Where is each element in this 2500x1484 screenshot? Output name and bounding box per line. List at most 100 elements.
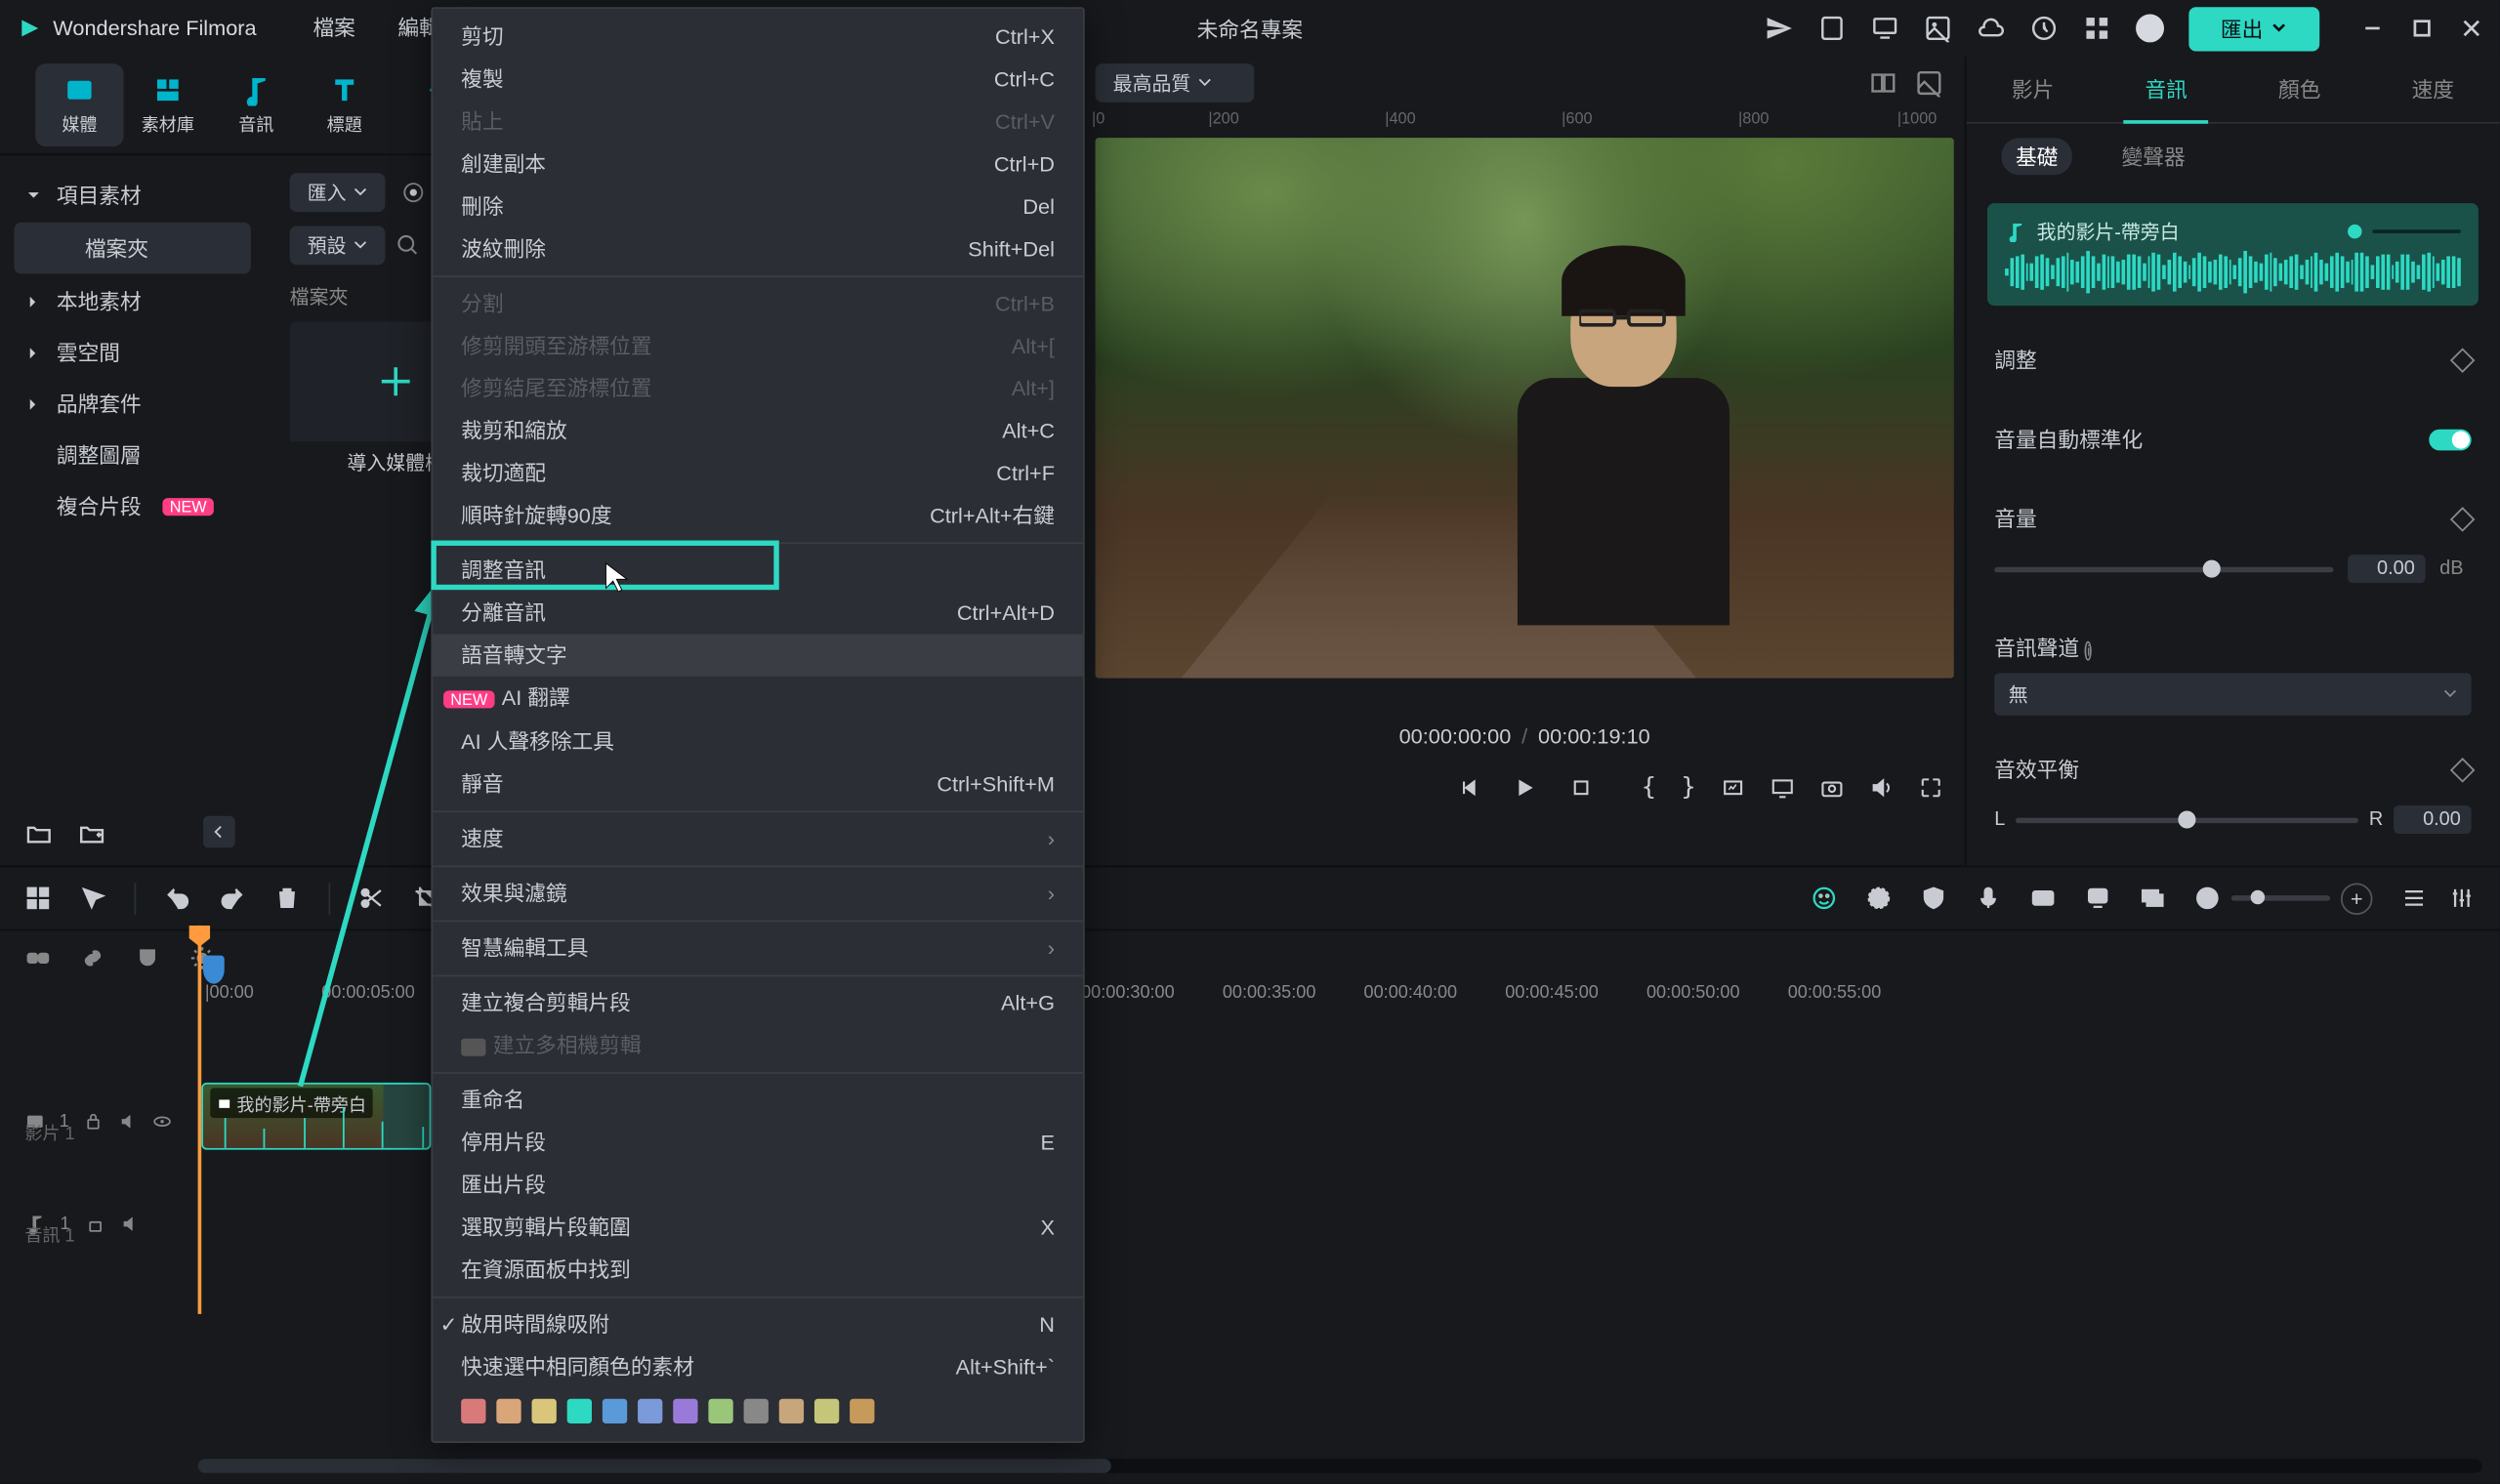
sidebar-item-compound[interactable]: 複合片段NEW	[0, 480, 265, 531]
tab-video[interactable]: 影片	[1990, 57, 2075, 123]
close-icon[interactable]	[2461, 18, 2482, 39]
tab-titles[interactable]: 標題	[301, 63, 389, 146]
keyframe-diamond-icon[interactable]	[2450, 347, 2476, 372]
audio-clip-card[interactable]: 我的影片-帶旁白	[1987, 203, 2479, 306]
caption-icon[interactable]	[2030, 885, 2057, 911]
timeline-zoom[interactable]: +	[2194, 883, 2373, 915]
lock-icon[interactable]	[83, 1111, 104, 1133]
mute-icon[interactable]	[118, 1111, 139, 1133]
ratio-icon[interactable]	[1721, 775, 1745, 800]
ctx-裁切適配[interactable]: 裁切適配Ctrl+F	[433, 452, 1083, 494]
sidebar-item-brand[interactable]: 品牌套件	[0, 378, 265, 429]
search-icon[interactable]	[396, 233, 420, 258]
volume-slider[interactable]	[1994, 566, 2333, 571]
prev-frame-icon[interactable]	[1456, 775, 1480, 800]
color-swatch[interactable]	[850, 1399, 874, 1423]
timeline-marker[interactable]	[203, 956, 225, 984]
apps-icon[interactable]	[2083, 14, 2111, 42]
preset-dropdown[interactable]: 預設	[290, 227, 386, 266]
color-swatch[interactable]	[461, 1399, 485, 1423]
picture-icon[interactable]	[1915, 69, 1943, 98]
ctx-AI人聲移除工具[interactable]: AI 人聲移除工具	[433, 721, 1083, 763]
balance-value[interactable]: 0.00	[2394, 805, 2472, 834]
sidebar-item-cloud[interactable]: 雲空間	[0, 327, 265, 378]
video-clip[interactable]: 我的影片-帶旁白	[201, 1083, 431, 1150]
tab-color[interactable]: 顏色	[2257, 57, 2342, 123]
marker-icon[interactable]	[2085, 885, 2111, 911]
volume-icon[interactable]	[1869, 775, 1894, 800]
subtab-basic[interactable]: 基礎	[2002, 138, 2072, 175]
color-swatch[interactable]	[708, 1399, 732, 1423]
undo-icon[interactable]	[164, 885, 190, 911]
ctx-停用片段[interactable]: 停用片段E	[433, 1122, 1083, 1164]
color-swatch[interactable]	[638, 1399, 662, 1423]
mark-in-icon[interactable]: {	[1642, 773, 1656, 802]
ctx-調整音訊[interactable]: 調整音訊	[433, 550, 1083, 592]
send-icon[interactable]	[1765, 14, 1793, 42]
import-dropdown[interactable]: 匯入	[290, 173, 386, 212]
info-icon[interactable]: i	[2085, 641, 2092, 661]
new-folder-icon[interactable]	[78, 819, 106, 847]
avatar[interactable]	[2136, 14, 2164, 42]
eye-icon[interactable]	[152, 1111, 173, 1133]
ctx-剪切[interactable]: 剪切Ctrl+X	[433, 16, 1083, 58]
color-swatch[interactable]	[814, 1399, 839, 1423]
magnet-icon[interactable]	[134, 944, 160, 970]
sidebar-sub-folder[interactable]: 檔案夾	[14, 223, 250, 273]
subtab-voicechanger[interactable]: 變聲器	[2107, 138, 2199, 175]
ctx-重命名[interactable]: 重命名	[433, 1079, 1083, 1121]
monitor-icon[interactable]	[1871, 14, 1899, 42]
ducking-select[interactable]: 無	[1994, 673, 2471, 715]
link-icon[interactable]	[24, 944, 51, 970]
tab-speed[interactable]: 速度	[2391, 57, 2476, 123]
compare-icon[interactable]	[1869, 69, 1897, 98]
history-icon[interactable]	[2030, 14, 2059, 42]
ctx-選取剪輯片段範圍[interactable]: 選取剪輯片段範圍X	[433, 1207, 1083, 1249]
settings-icon[interactable]	[2448, 885, 2475, 911]
ctx-複製[interactable]: 複製Ctrl+C	[433, 59, 1083, 101]
ctx-分離音訊[interactable]: 分離音訊Ctrl+Alt+D	[433, 592, 1083, 634]
color-swatch[interactable]	[603, 1399, 627, 1423]
select-icon[interactable]	[79, 885, 105, 911]
collapse-sidebar-button[interactable]	[203, 816, 235, 848]
ctx-語音轉文字[interactable]: 語音轉文字	[433, 634, 1083, 676]
redo-icon[interactable]	[219, 885, 245, 911]
export-button[interactable]: 匯出	[2188, 6, 2319, 50]
sidebar-item-adjust[interactable]: 調整圖層	[0, 430, 265, 480]
ctx-效果與濾鏡[interactable]: 效果與濾鏡	[433, 873, 1083, 915]
maximize-icon[interactable]	[2411, 18, 2433, 39]
playhead[interactable]	[198, 926, 202, 1314]
tab-media[interactable]: 媒體	[35, 63, 123, 146]
color-swatch[interactable]	[567, 1399, 592, 1423]
mark-out-icon[interactable]: }	[1681, 773, 1695, 802]
balance-keyframe-icon[interactable]	[2450, 757, 2476, 782]
lock-icon[interactable]	[84, 1214, 105, 1235]
ctx-匯出片段[interactable]: 匯出片段	[433, 1164, 1083, 1206]
ctx-波紋刪除[interactable]: 波紋刪除Shift+Del	[433, 227, 1083, 269]
tab-audio[interactable]: 音訊	[212, 63, 300, 146]
quality-dropdown[interactable]: 最高品質	[1096, 63, 1255, 103]
ctx-刪除[interactable]: 刪除Del	[433, 186, 1083, 227]
fullscreen-icon[interactable]	[1919, 775, 1943, 800]
snapshot-icon[interactable]	[1819, 775, 1844, 800]
tablet-icon[interactable]	[1817, 14, 1846, 42]
ai-icon[interactable]	[1811, 885, 1837, 911]
display-icon[interactable]	[1771, 775, 1795, 800]
ctx-智慧編輯工具[interactable]: 智慧編輯工具	[433, 928, 1083, 969]
split-icon[interactable]	[358, 885, 385, 911]
ctx-AI翻譯[interactable]: NEWAI 翻譯	[433, 677, 1083, 721]
timeline-scrollbar[interactable]	[198, 1459, 2482, 1472]
ctx-在資源面板中找到[interactable]: 在資源面板中找到	[433, 1249, 1083, 1291]
preview-scrollbar[interactable]	[1096, 689, 1954, 707]
color-swatch[interactable]	[532, 1399, 557, 1423]
cloud-icon[interactable]	[1977, 14, 2005, 42]
auto-normalize-toggle[interactable]	[2429, 429, 2471, 450]
tab-audio-inspector[interactable]: 音訊	[2124, 57, 2209, 123]
ctx-創建副本[interactable]: 創建副本Ctrl+D	[433, 144, 1083, 186]
color-swatch[interactable]	[673, 1399, 697, 1423]
sidebar-item-project[interactable]: 項目素材	[0, 170, 265, 221]
delete-icon[interactable]	[273, 885, 300, 911]
ctx-速度[interactable]: 速度	[433, 818, 1083, 860]
list-icon[interactable]	[2400, 885, 2427, 911]
image-icon[interactable]	[1924, 14, 1952, 42]
